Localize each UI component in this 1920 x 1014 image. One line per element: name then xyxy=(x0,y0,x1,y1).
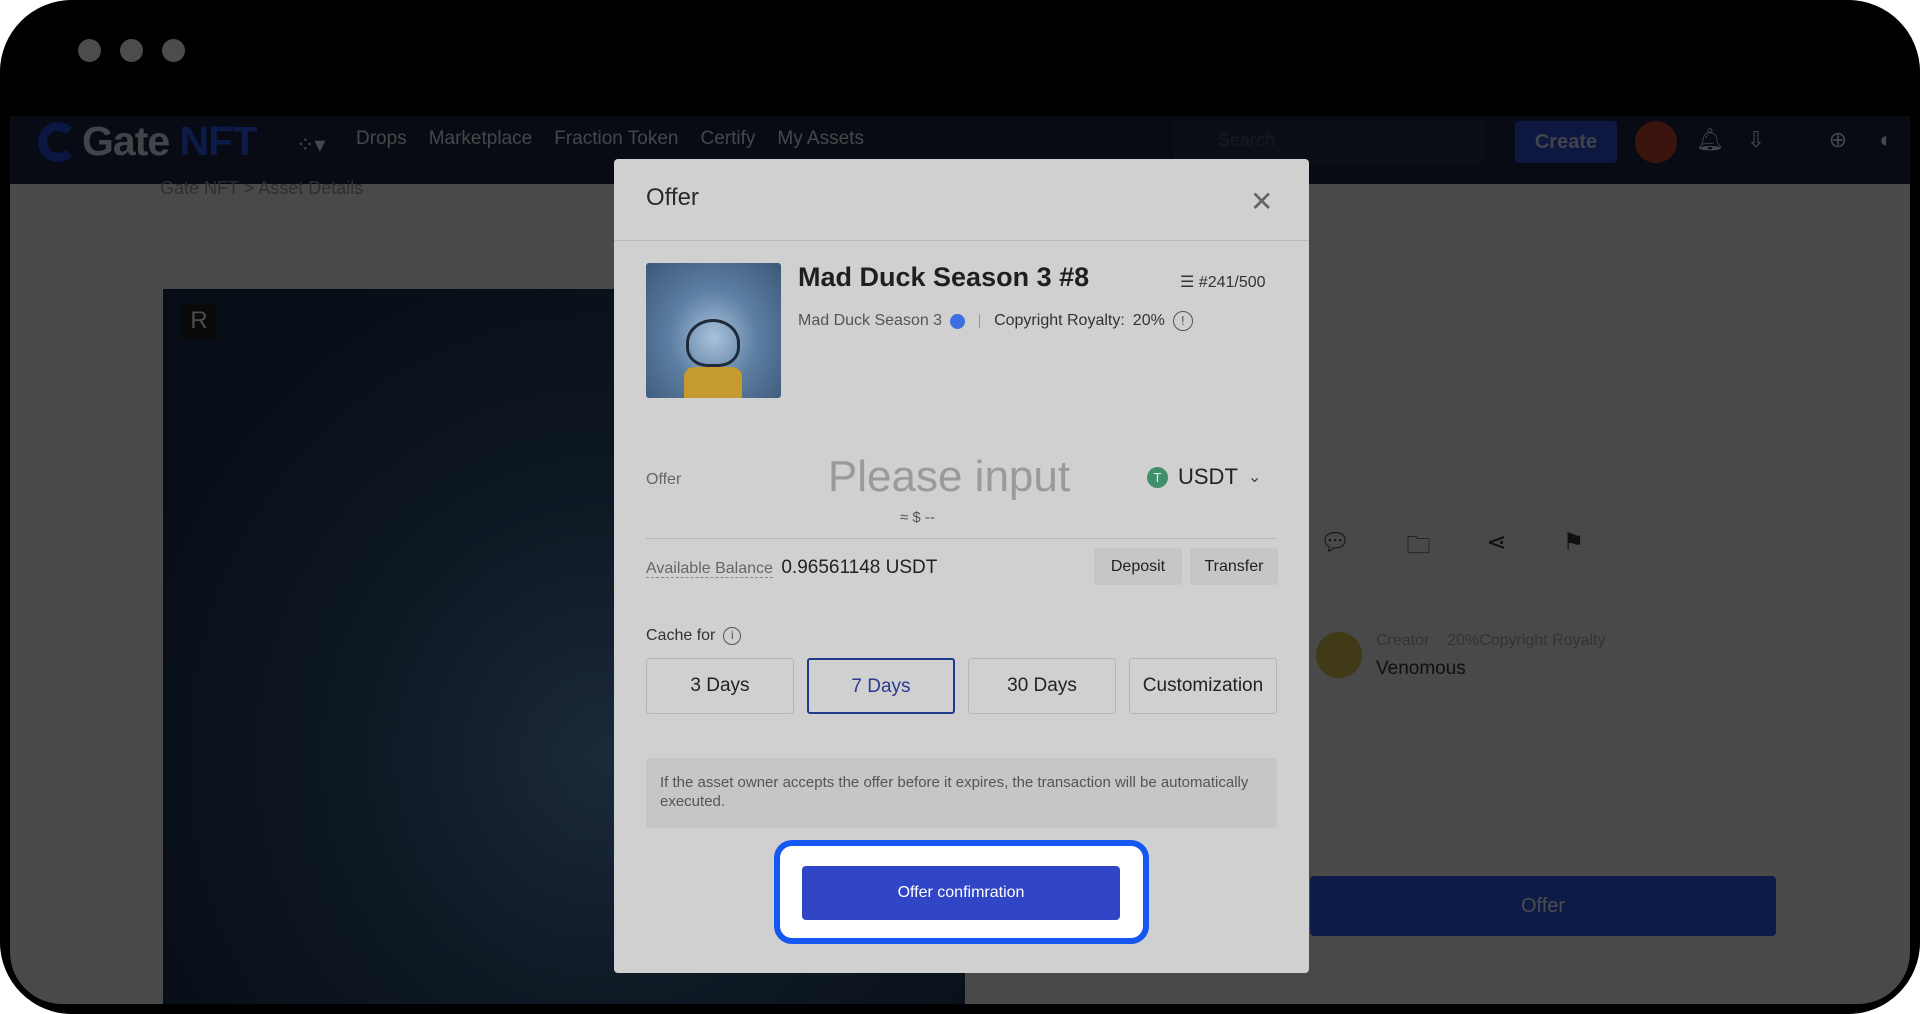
window-controls xyxy=(78,39,185,62)
window-dot-icon[interactable] xyxy=(120,39,143,62)
divider xyxy=(979,314,981,328)
share-icon[interactable]: ⋖ xyxy=(1486,528,1506,569)
currency-label: USDT xyxy=(1178,464,1238,489)
cache-for-label: Cache for i xyxy=(646,627,742,645)
modal-title: Offer xyxy=(646,184,699,211)
gate-logo-icon xyxy=(38,121,78,162)
create-button[interactable]: Create xyxy=(1515,121,1617,163)
close-icon[interactable]: ✕ xyxy=(1250,185,1273,218)
creator-name[interactable]: Venomous xyxy=(1376,658,1605,680)
asset-thumbnail xyxy=(646,263,781,398)
divider xyxy=(646,538,1277,539)
breadcrumb[interactable]: Gate NFT > Asset Details xyxy=(160,178,363,199)
usd-approx: ≈ $ -- xyxy=(900,509,935,526)
window-dot-icon[interactable] xyxy=(78,39,101,62)
chevron-down-icon: ⌄ xyxy=(1247,469,1262,486)
royalty-value: 20% xyxy=(1132,312,1165,329)
offer-confirmation-button[interactable]: Offer confimration xyxy=(802,866,1120,920)
transfer-button[interactable]: Transfer xyxy=(1190,548,1278,585)
creator-label: Creator xyxy=(1376,632,1430,649)
cache-option-30-days[interactable]: 30 Days xyxy=(968,658,1116,714)
rarity-badge: R xyxy=(181,303,217,339)
nav-links: Drops Marketplace Fraction Token Certify… xyxy=(356,128,864,150)
window-dot-icon[interactable] xyxy=(162,39,185,62)
comment-icon[interactable]: 💬︎ xyxy=(1320,528,1350,569)
nav-drops[interactable]: Drops xyxy=(356,128,407,150)
flag-icon[interactable]: ⚑ xyxy=(1563,528,1585,569)
theme-toggle-icon[interactable]: ◐ xyxy=(1874,128,1898,152)
user-avatar[interactable] xyxy=(1635,121,1677,163)
expiry-notice: If the asset owner accepts the offer bef… xyxy=(646,758,1277,828)
list-icon: ☰ xyxy=(1180,274,1195,291)
bell-icon[interactable]: 🔔︎ xyxy=(1696,128,1724,152)
collection-name[interactable]: Mad Duck Season 3 xyxy=(798,312,942,330)
edition-number: #241/500 xyxy=(1198,274,1266,291)
asset-name: Mad Duck Season 3 #8 xyxy=(798,262,1090,292)
usdt-icon: T xyxy=(1147,466,1168,488)
verified-icon xyxy=(950,313,966,329)
device-frame: Gate NFT ⁘▾ Drops Marketplace Fraction T… xyxy=(0,0,1920,1014)
nav-my-assets[interactable]: My Assets xyxy=(777,128,864,150)
creator-royalty: 20%Copyright Royalty xyxy=(1447,632,1606,649)
deposit-button[interactable]: Deposit xyxy=(1094,548,1182,585)
asset-actions: 💬︎ 🗀 ⋖ ⚑ xyxy=(1320,528,1584,569)
balance-label: Available Balance xyxy=(646,560,773,578)
cache-option-7-days[interactable]: 7 Days xyxy=(807,658,955,714)
offer-modal: Offer ✕ Mad Duck Season 3 #8 ☰ #241/500 … xyxy=(614,159,1309,973)
nav-fraction-token[interactable]: Fraction Token xyxy=(554,128,678,150)
balance-value: 0.96561148 USDT xyxy=(781,557,938,578)
offer-amount-input[interactable] xyxy=(794,449,1104,505)
modal-header: Offer ✕ xyxy=(614,159,1309,241)
nav-marketplace[interactable]: Marketplace xyxy=(429,128,533,150)
collection-info: Mad Duck Season 3 Copyright Royalty: 20%… xyxy=(798,311,1193,331)
nav-certify[interactable]: Certify xyxy=(700,128,755,150)
gate-nft-logo[interactable]: Gate NFT xyxy=(38,118,258,165)
globe-icon[interactable]: ⊕ xyxy=(1826,128,1850,152)
offer-label: Offer xyxy=(646,471,682,488)
logo-text: Gate xyxy=(82,118,170,164)
info-icon[interactable]: ! xyxy=(1172,311,1193,331)
folder-icon[interactable]: 🗀 xyxy=(1406,528,1430,569)
currency-select[interactable]: T USDT ⌄ xyxy=(1147,464,1261,490)
apps-grid-icon[interactable]: ⁘▾ xyxy=(296,132,338,157)
info-icon[interactable]: i xyxy=(723,627,742,645)
creator-info: Creator 20%Copyright Royalty Venomous xyxy=(1316,632,1605,680)
cache-option-customization[interactable]: Customization xyxy=(1129,658,1277,714)
royalty-label: Copyright Royalty: xyxy=(994,312,1125,329)
balance-row: Available Balance 0.96561148 USDT xyxy=(646,557,937,579)
creator-avatar[interactable] xyxy=(1316,632,1362,678)
cache-option-3-days[interactable]: 3 Days xyxy=(646,658,794,714)
download-icon[interactable]: ⇩ xyxy=(1744,128,1768,152)
search-input[interactable]: Search xyxy=(1174,120,1484,164)
offer-button[interactable]: Offer xyxy=(1310,876,1776,936)
logo-accent: NFT xyxy=(179,118,258,164)
